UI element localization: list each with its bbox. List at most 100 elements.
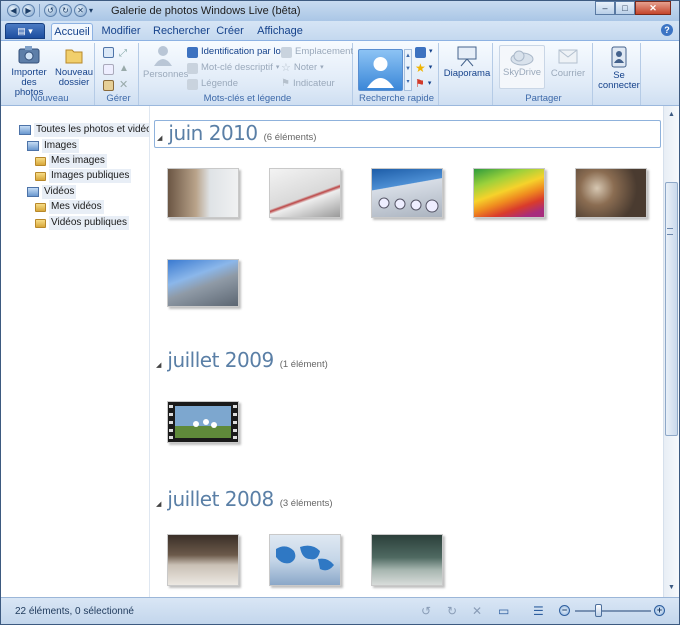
details-view-icon[interactable]: ☰ [533,604,544,618]
photo-thumbnail[interactable] [167,534,239,586]
person-silhouette-icon [367,57,394,88]
photo-thumbnail[interactable] [371,168,443,218]
legende-button[interactable]: Légende [187,77,238,91]
rotate-right-icon[interactable]: ↻ [447,604,457,618]
gallery-scroll[interactable]: ▲ ▼ ▾ [404,49,412,91]
cross-icon[interactable]: ✕ [119,78,128,92]
photo-thumbnail[interactable] [269,168,341,218]
slideshow-icon[interactable]: ▭ [498,604,509,618]
ribbon-tab-bar: ▤ ▾ Accueil Modifier Rechercher Créer Af… [1,21,679,40]
rotate-icon[interactable]: ⤢ [119,45,130,59]
scroll-thumb[interactable] [665,182,678,436]
photo-thumbnail[interactable] [167,259,239,307]
delete-icon[interactable]: ✕ [74,4,87,17]
title-bar: ◀ ▶ ↺ ↻ ✕ ▾ Galerie de photos Windows Li… [1,1,679,21]
maximize-button[interactable]: □ [615,1,635,15]
clocks-decoration [378,197,439,213]
motcle-label: Mot-clé descriptif [201,62,273,73]
people-filter-tile[interactable] [358,49,403,91]
tab-affichage[interactable]: Affichage [255,23,305,40]
nav-item-mes-images[interactable]: Mes images [35,154,107,168]
noter-dropdown-icon: ▾ [320,64,324,71]
noter-button[interactable]: ☆ Noter ▾ [281,61,324,75]
collapse-icon[interactable]: ◢ [156,361,161,369]
section-header[interactable]: ◢ juillet 2008 (3 éléments) [154,487,661,515]
group-label-motscles: Mots-clés et légende [203,93,292,104]
scroll-grip [667,228,673,235]
section-count: (3 éléments) [279,498,333,509]
qat-dropdown-icon[interactable]: ▾ [89,4,93,17]
close-button[interactable]: ✕ [635,1,671,15]
nav-label-images-publiques: Images publiques [49,169,132,183]
rotate-left-icon[interactable]: ↺ [421,604,431,618]
nav-item-videos-publiques[interactable]: Vidéos publiques [35,216,129,230]
section-header[interactable]: ◢ juillet 2009 (1 élément) [154,348,661,376]
photo-thumbnail[interactable] [575,168,647,218]
nav-item-images-publiques[interactable]: Images publiques [35,169,132,183]
rotate-right-icon[interactable]: ↻ [59,4,72,17]
flag-filter-button[interactable]: ⚑ ▾ [415,77,431,91]
warning-icon[interactable]: ▲ [119,62,129,76]
back-icon[interactable]: ◀ [7,4,20,17]
courrier-label: Courrier [550,68,586,79]
nav-item-mes-videos[interactable]: Mes vidéos [35,200,104,214]
identification-lot-button[interactable]: Identification par lot [187,45,283,59]
nav-item-videos[interactable]: Vidéos [27,185,77,199]
se-connecter-label: Se connecter [598,70,640,91]
help-icon[interactable]: ? [661,24,673,36]
indicateur-button[interactable]: ⚑ Indicateur [281,77,335,91]
date-filter-button[interactable]: ▾ [415,45,433,59]
tab-modifier[interactable]: Modifier [99,23,143,40]
skydrive-label: SkyDrive [502,67,541,78]
scroll-down-icon[interactable]: ▼ [665,581,678,595]
diaporama-button[interactable]: Diaporama [443,45,491,79]
new-folder-button[interactable]: Nouveau dossier [55,44,93,88]
collapse-icon[interactable]: ◢ [156,500,161,508]
emplacement-button[interactable]: Emplacement [281,45,353,59]
minimize-button[interactable]: – [595,1,615,15]
app-menu-button[interactable]: ▤ ▾ [5,23,45,39]
zoom-slider-handle[interactable] [594,604,602,617]
zoom-slider-track[interactable] [575,610,651,612]
film-strip-icon [169,405,237,439]
delete-icon[interactable]: ✕ [472,604,482,618]
personnes-button[interactable]: Personnes [143,44,188,80]
tab-rechercher[interactable]: Rechercher [153,23,210,40]
indicateur-label: Indicateur [292,78,335,89]
collapse-icon[interactable]: ◢ [157,134,162,142]
zoom-in-icon[interactable]: + [654,605,665,616]
section-count: (1 élément) [279,359,328,370]
section-header[interactable]: ◢ juin 2010 (6 éléments) [154,120,661,148]
nav-item-all[interactable]: Toutes les photos et vidéos [19,123,159,137]
group-gerer: ⤢ ▲ ✕ Gérer [99,43,139,105]
copy-icon[interactable] [103,62,114,76]
se-connecter-button[interactable]: Se connecter [597,45,641,91]
photo-thumbnail[interactable] [473,168,545,218]
tab-accueil[interactable]: Accueil [51,23,93,40]
paste-icon[interactable] [103,78,114,92]
skydrive-button[interactable]: SkyDrive [499,45,545,89]
sign-in-icon [611,46,627,68]
qat-separator [39,4,40,17]
motcle-button[interactable]: Mot-clé descriptif ▾ [187,61,279,75]
vertical-scrollbar[interactable]: ▲ ▼ [663,106,679,597]
photo-thumbnail[interactable] [167,168,239,218]
nav-label-videos: Vidéos [42,185,77,199]
courrier-button[interactable]: Courrier [547,45,589,79]
navigation-pane: Toutes les photos et vidéos Images Mes i… [1,106,159,597]
select-all-icon[interactable] [103,45,114,59]
import-photos-button[interactable]: Importer des photos [7,44,51,98]
diaporama-label: Diaporama [443,68,491,79]
scroll-up-icon[interactable]: ▲ [665,108,678,122]
rating-filter-button[interactable]: ★ ▾ [415,61,432,75]
red-flag-icon: ⚑ [415,78,425,90]
video-thumbnail[interactable] [167,401,239,443]
rotate-left-icon[interactable]: ↺ [44,4,57,17]
tab-creer[interactable]: Créer [215,23,245,40]
forward-icon[interactable]: ▶ [22,4,35,17]
nav-item-images[interactable]: Images [27,139,79,153]
group-label-recherche: Recherche rapide [359,93,434,104]
photo-thumbnail[interactable] [269,534,341,586]
photo-thumbnail[interactable] [371,534,443,586]
zoom-out-icon[interactable]: − [559,605,570,616]
